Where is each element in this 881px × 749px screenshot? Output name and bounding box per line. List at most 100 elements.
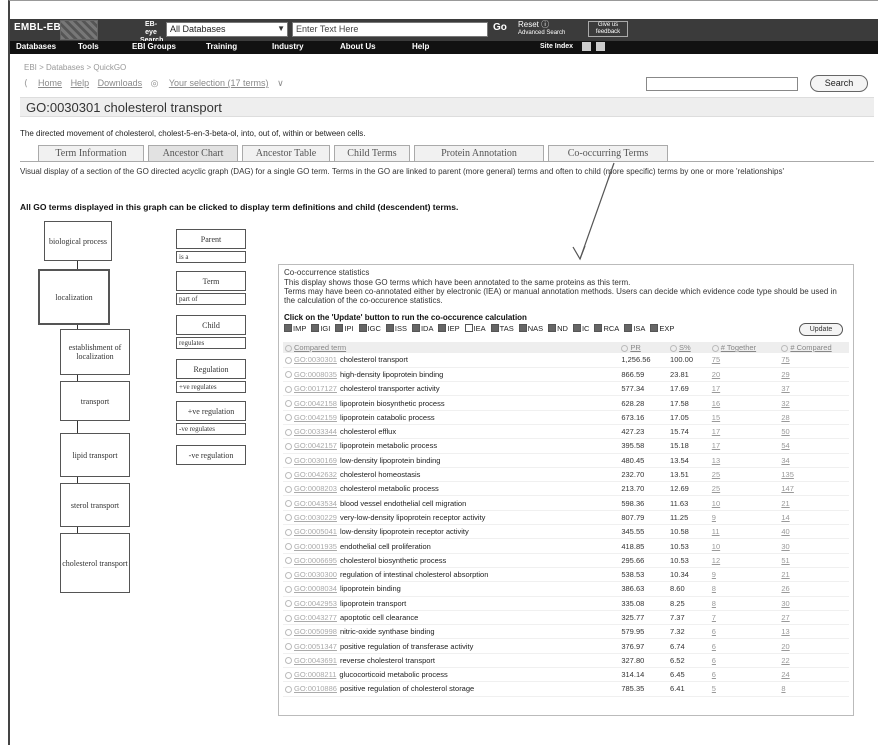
compared-link[interactable]: 29 <box>779 367 849 383</box>
add-term-icon[interactable] <box>285 685 292 693</box>
together-link[interactable]: 8 <box>709 581 780 597</box>
add-term-icon[interactable] <box>285 428 292 436</box>
evidence-code-ipi[interactable]: IPI <box>335 324 354 333</box>
evidence-code-rca[interactable]: RCA <box>594 324 619 333</box>
help-link[interactable]: Help <box>71 78 90 88</box>
tab-child-terms[interactable]: Child Terms <box>334 145 410 161</box>
add-term-icon[interactable] <box>285 471 292 479</box>
graph-node-transport[interactable]: transport <box>60 381 130 421</box>
checkbox-exp[interactable] <box>650 324 659 333</box>
checkbox-igc[interactable] <box>358 324 367 333</box>
graph-node-localization[interactable]: localization <box>38 269 110 325</box>
add-term-icon[interactable] <box>285 356 292 364</box>
evidence-code-iss[interactable]: ISS <box>385 324 407 333</box>
checkbox-imp[interactable] <box>284 324 292 333</box>
evidence-code-igc[interactable]: IGC <box>358 324 381 333</box>
add-term-icon[interactable] <box>285 485 292 493</box>
evidence-code-exp[interactable]: EXP <box>650 324 674 333</box>
together-link[interactable]: 6 <box>709 638 780 654</box>
evidence-code-nas[interactable]: NAS <box>518 324 543 333</box>
checkbox-nas[interactable] <box>518 324 527 333</box>
evidence-code-tas[interactable]: TAS <box>490 324 514 333</box>
graph-node-establishment-of-localization[interactable]: establishment of localization <box>60 329 130 375</box>
add-term-icon[interactable] <box>285 585 292 593</box>
site-index-link[interactable]: Site Index <box>540 43 573 50</box>
graph-node-lipid-transport[interactable]: lipid transport <box>60 433 130 477</box>
checkbox-iea[interactable] <box>464 324 473 333</box>
evidence-code-igi[interactable]: IGI <box>311 324 330 333</box>
checkbox-ic[interactable] <box>572 324 581 333</box>
sitemap-icon[interactable] <box>582 42 591 51</box>
nav-ebi-groups[interactable]: EBI Groups <box>132 42 176 51</box>
go-id-link[interactable]: GO:0042158 <box>294 399 337 408</box>
compared-link[interactable]: 8 <box>779 681 849 697</box>
evidence-code-iep[interactable]: IEP <box>438 324 460 333</box>
checkbox-nd[interactable] <box>548 324 557 333</box>
evidence-code-ida[interactable]: IDA <box>411 324 433 333</box>
together-link[interactable]: 13 <box>709 453 780 468</box>
compared-link[interactable]: 51 <box>779 553 849 568</box>
tab-protein-annotation[interactable]: Protein Annotation <box>414 145 544 161</box>
search-button[interactable]: Search <box>810 75 868 92</box>
graph-node-sterol-transport[interactable]: sterol transport <box>60 483 130 527</box>
compared-link[interactable]: 54 <box>779 438 849 454</box>
together-link[interactable]: 12 <box>709 553 780 568</box>
compared-link[interactable]: 24 <box>779 667 849 683</box>
together-link[interactable]: 17 <box>709 424 780 440</box>
compared-link[interactable]: 34 <box>779 453 849 468</box>
nav-training[interactable]: Training <box>206 42 237 51</box>
checkbox-igi[interactable] <box>311 324 320 333</box>
reset-link[interactable]: Reset ⓘ Advanced Search <box>518 20 565 38</box>
nav-tools[interactable]: Tools <box>78 42 99 51</box>
update-button[interactable]: Update <box>799 323 843 336</box>
together-link[interactable]: 8 <box>709 596 780 611</box>
tab-ancestor-chart[interactable]: Ancestor Chart <box>148 145 238 161</box>
add-term-icon[interactable] <box>285 500 292 508</box>
chevron-down-icon[interactable]: ∨ <box>277 78 284 88</box>
add-term-icon[interactable] <box>285 628 292 636</box>
together-link[interactable]: 9 <box>709 510 780 526</box>
together-link[interactable]: 17 <box>709 438 780 454</box>
go-id-link[interactable]: GO:0042157 <box>294 441 337 450</box>
add-term-icon[interactable] <box>285 514 292 522</box>
compared-link[interactable]: 50 <box>779 424 849 440</box>
downloads-link[interactable]: Downloads <box>98 78 143 88</box>
add-term-icon[interactable] <box>285 643 292 651</box>
nav-help[interactable]: Help <box>412 42 429 51</box>
selection-link[interactable]: Your selection (17 terms) <box>169 78 269 88</box>
evidence-code-ic[interactable]: IC <box>572 324 589 333</box>
add-term-icon[interactable] <box>285 543 292 551</box>
print-icon[interactable] <box>596 42 605 51</box>
go-id-link[interactable]: GO:0001935 <box>294 542 337 551</box>
add-term-icon[interactable] <box>285 400 292 408</box>
compared-link[interactable]: 28 <box>779 410 849 425</box>
go-id-link[interactable]: GO:0030169 <box>294 456 337 465</box>
compared-link[interactable]: 26 <box>779 581 849 597</box>
add-term-icon[interactable] <box>285 457 292 465</box>
go-id-link[interactable]: GO:0008203 <box>294 484 337 493</box>
col-s-percent[interactable]: S% <box>668 342 710 353</box>
add-term-icon[interactable] <box>285 571 292 579</box>
back-icon[interactable]: ⟨ <box>24 78 28 88</box>
together-link[interactable]: 11 <box>709 524 780 540</box>
add-term-icon[interactable] <box>285 385 292 393</box>
checkbox-ipi[interactable] <box>335 324 344 333</box>
together-link[interactable]: 10 <box>709 538 780 554</box>
compared-link[interactable]: 20 <box>779 638 849 654</box>
nav-industry[interactable]: Industry <box>272 42 304 51</box>
go-id-link[interactable]: GO:0043534 <box>294 499 337 508</box>
col-together[interactable]: # Together <box>709 342 780 353</box>
checkbox-iep[interactable] <box>438 324 447 333</box>
add-term-icon[interactable] <box>285 371 292 379</box>
add-term-icon[interactable] <box>285 614 292 622</box>
compared-link[interactable]: 27 <box>779 610 849 626</box>
nav-about-us[interactable]: About Us <box>340 42 376 51</box>
together-link[interactable]: 6 <box>709 653 780 669</box>
compared-link[interactable]: 14 <box>779 510 849 526</box>
compared-link[interactable]: 147 <box>779 481 849 497</box>
go-button[interactable]: Go <box>493 22 507 33</box>
embl-ebi-logo[interactable]: EMBL-EBI <box>14 22 64 33</box>
tab-term-information[interactable]: Term Information <box>38 145 144 161</box>
evidence-code-iea[interactable]: IEA <box>464 324 486 333</box>
go-id-link[interactable]: GO:0030301 <box>294 355 337 364</box>
